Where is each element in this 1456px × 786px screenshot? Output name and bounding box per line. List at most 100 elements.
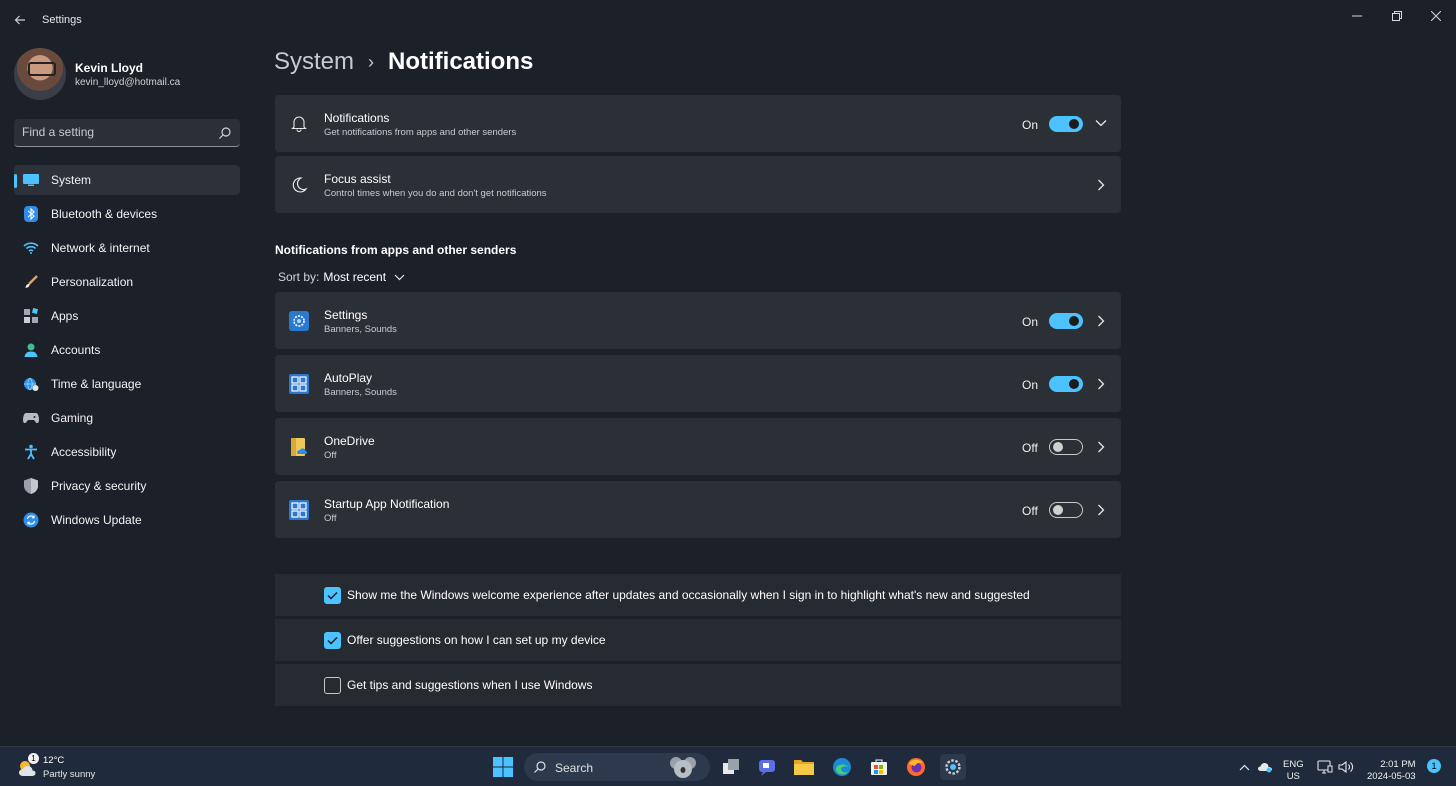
app-toggle[interactable]	[1049, 376, 1083, 392]
sidebar-item-apps[interactable]: Apps	[14, 301, 240, 331]
breadcrumb: System › Notifications	[274, 48, 533, 76]
setup-suggestions-checkbox[interactable]	[324, 632, 341, 649]
card-subtitle: Control times when you do and don't get …	[324, 188, 547, 199]
close-button[interactable]	[1416, 4, 1456, 28]
store-button[interactable]	[866, 754, 892, 780]
start-button[interactable]	[490, 754, 516, 780]
accessibility-icon	[22, 443, 40, 461]
app-toggle[interactable]	[1049, 313, 1083, 329]
taskbar-search[interactable]: Search	[524, 753, 710, 781]
app-toggle[interactable]	[1049, 502, 1083, 518]
clock-time: 2:01 PM	[1380, 759, 1416, 770]
app-name: AutoPlay	[324, 371, 373, 385]
task-view-icon	[723, 759, 739, 774]
notifications-card[interactable]: Notifications Get notifications from app…	[275, 95, 1121, 152]
setup-suggestions-row[interactable]: Offer suggestions on how I can set up my…	[275, 619, 1121, 661]
sidebar-item-time-language[interactable]: Time & language	[14, 369, 240, 399]
task-view-button[interactable]	[718, 754, 744, 780]
toggle-state-label: On	[1022, 315, 1039, 329]
breadcrumb-parent[interactable]: System	[274, 48, 354, 76]
notification-center-badge[interactable]: 1	[1427, 759, 1441, 773]
keyboard-region: US	[1286, 771, 1300, 782]
card-title: Focus assist	[324, 172, 391, 186]
language-indicator[interactable]: ENG US	[1283, 759, 1304, 783]
taskbar: 1 12°C Partly sunny Search ENG US 2:01 P…	[0, 746, 1456, 786]
system-icon	[22, 171, 40, 189]
sidebar-item-gaming[interactable]: Gaming	[14, 403, 240, 433]
search-icon[interactable]	[218, 126, 232, 140]
sidebar-item-label: Privacy & security	[51, 479, 147, 493]
sidebar-item-label: Windows Update	[51, 513, 142, 527]
sidebar-item-personalization[interactable]: Personalization	[14, 267, 240, 297]
chat-button[interactable]	[754, 754, 780, 780]
app-row-settings[interactable]: Settings Banners, Sounds On	[275, 292, 1121, 349]
shield-icon	[22, 477, 40, 495]
settings-taskbar-button[interactable]	[940, 754, 966, 780]
autoplay-app-icon	[289, 374, 309, 394]
onedrive-tray-button[interactable]	[1256, 754, 1274, 780]
firefox-button[interactable]	[903, 754, 929, 780]
brush-icon	[22, 273, 40, 291]
gear-icon	[945, 759, 961, 775]
sidebar-item-bluetooth[interactable]: Bluetooth & devices	[14, 199, 240, 229]
sort-value: Most recent	[323, 270, 387, 284]
folder-icon	[794, 760, 814, 775]
welcome-experience-checkbox[interactable]	[324, 587, 341, 604]
app-detail: Banners, Sounds	[324, 324, 397, 335]
weather-badge: 1	[28, 753, 39, 764]
chevron-right-icon[interactable]	[1094, 503, 1108, 517]
focus-assist-card[interactable]: Focus assist Control times when you do a…	[275, 156, 1121, 213]
update-icon	[22, 511, 40, 529]
show-hidden-icons-button[interactable]	[1236, 754, 1252, 780]
app-detail: Off	[324, 450, 337, 461]
toggle-state-label: On	[1022, 118, 1039, 132]
apps-icon	[22, 307, 40, 325]
sidebar-item-accessibility[interactable]: Accessibility	[14, 437, 240, 467]
chevron-right-icon[interactable]	[1094, 440, 1108, 454]
app-toggle[interactable]	[1049, 439, 1083, 455]
app-row-startup[interactable]: Startup App Notification Off Off	[275, 481, 1121, 538]
chevron-right-icon[interactable]	[1094, 178, 1108, 192]
network-tray-button[interactable]	[1316, 754, 1334, 780]
sidebar-item-windows-update[interactable]: Windows Update	[14, 505, 240, 535]
app-row-autoplay[interactable]: AutoPlay Banners, Sounds On	[275, 355, 1121, 412]
sidebar-item-accounts[interactable]: Accounts	[14, 335, 240, 365]
welcome-experience-row[interactable]: Show me the Windows welcome experience a…	[275, 574, 1121, 616]
maximize-button[interactable]	[1377, 4, 1417, 28]
weather-temperature[interactable]: 12°C	[43, 755, 64, 766]
weather-condition[interactable]: Partly sunny	[43, 769, 95, 780]
back-button[interactable]	[8, 8, 32, 32]
find-setting-box[interactable]	[14, 119, 240, 147]
section-title: Notifications from apps and other sender…	[275, 243, 517, 257]
avatar[interactable]	[14, 48, 66, 100]
app-detail: Banners, Sounds	[324, 387, 397, 398]
file-explorer-button[interactable]	[791, 754, 817, 780]
sidebar-item-label: Bluetooth & devices	[51, 207, 158, 221]
app-title: Settings	[42, 14, 82, 26]
chevron-right-icon[interactable]	[1094, 314, 1108, 328]
page-title: Notifications	[388, 48, 534, 75]
toggle-state-label: Off	[1022, 441, 1038, 455]
clock-date: 2024-05-03	[1367, 771, 1416, 782]
app-name: Settings	[324, 308, 368, 322]
volume-tray-button[interactable]	[1337, 754, 1355, 780]
chevron-down-icon[interactable]	[1094, 116, 1108, 130]
sidebar-item-privacy-security[interactable]: Privacy & security	[14, 471, 240, 501]
tips-suggestions-row[interactable]: Get tips and suggestions when I use Wind…	[275, 664, 1121, 706]
clock[interactable]: 2:01 PM 2024-05-03	[1367, 759, 1416, 783]
notifications-toggle[interactable]	[1049, 116, 1083, 132]
user-name: Kevin Lloyd	[75, 61, 144, 75]
find-setting-input[interactable]	[22, 125, 202, 139]
sidebar-item-label: Accounts	[51, 343, 101, 357]
settings-gear-app-icon	[289, 311, 309, 331]
edge-button[interactable]	[829, 754, 855, 780]
minimize-button[interactable]	[1337, 4, 1377, 28]
sidebar-item-label: System	[51, 173, 92, 187]
sidebar-item-system[interactable]: System	[14, 165, 240, 195]
app-row-onedrive[interactable]: OneDrive Off Off	[275, 418, 1121, 475]
chevron-right-icon[interactable]	[1094, 377, 1108, 391]
toggle-state-label: On	[1022, 378, 1039, 392]
sidebar-item-network[interactable]: Network & internet	[14, 233, 240, 263]
sort-dropdown[interactable]: Sort by: Most recent	[278, 270, 405, 284]
tips-suggestions-checkbox[interactable]	[324, 677, 341, 694]
